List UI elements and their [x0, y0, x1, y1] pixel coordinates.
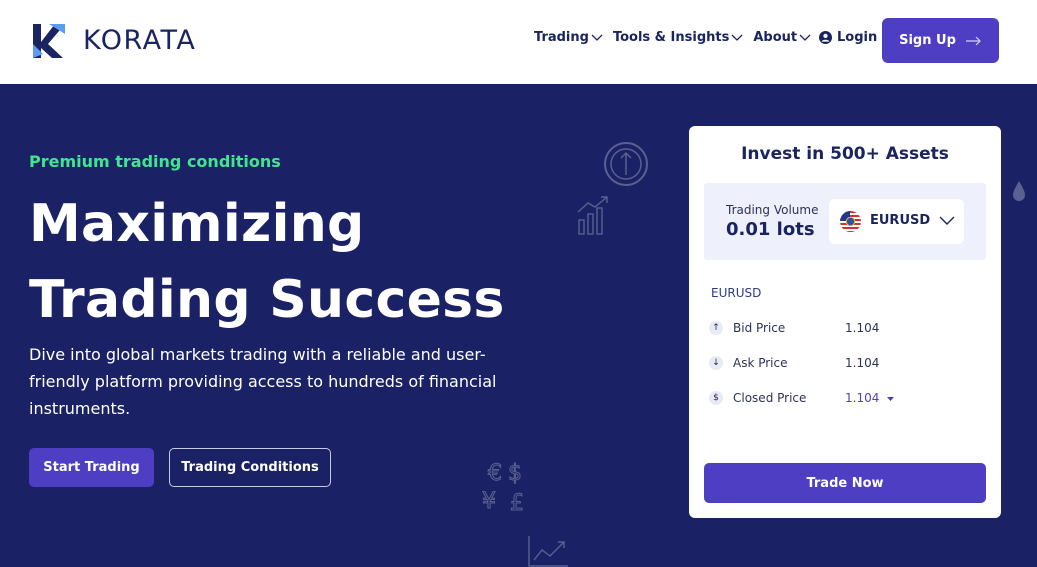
headline-line: Maximizing — [29, 194, 365, 254]
volume-label: Trading Volume — [726, 203, 819, 217]
start-trading-button[interactable]: Start Trading — [29, 448, 154, 487]
nav-item-tools-insights[interactable]: Tools & Insights — [613, 30, 743, 45]
price-row-bid: ↑ Bid Price 1.104 — [709, 319, 969, 339]
chevron-down-icon — [731, 34, 743, 41]
nav-item-about[interactable]: About — [753, 30, 811, 45]
hero-description: Dive into global markets trading with a … — [29, 345, 497, 418]
pair-heading: EURUSD — [711, 286, 762, 300]
trading-conditions-button[interactable]: Trading Conditions — [169, 448, 331, 487]
card-title: Invest in 500+ Assets — [741, 144, 949, 164]
site-header: KORATA Trading Tools & Insights About Lo… — [0, 0, 1037, 84]
chevron-down-icon — [939, 216, 955, 225]
line-chart-icon — [528, 536, 568, 567]
caret-down-icon — [887, 397, 895, 401]
chevron-down-icon — [591, 34, 603, 41]
invest-card: Invest in 500+ Assets Trading Volume 0.0… — [689, 126, 1001, 518]
growth-chart-icon — [577, 196, 608, 235]
headline-line: Trading Success — [29, 270, 505, 330]
price-label: Bid Price — [733, 321, 786, 335]
price-row-ask: ↓ Ask Price 1.104 — [709, 354, 969, 374]
svg-text:$: $ — [508, 461, 522, 486]
svg-text:¥: ¥ — [482, 489, 496, 514]
hero-headline: Maximizing Trading Success — [29, 186, 505, 338]
login-label: Login — [837, 30, 878, 45]
closed-price-value[interactable]: 1.104 — [845, 391, 895, 405]
chevron-down-icon — [799, 34, 811, 41]
hero-tagline: Premium trading conditions — [29, 152, 281, 171]
trade-now-button[interactable]: Trade Now — [704, 463, 986, 503]
currency-symbols-icon: € $ ¥ £ — [482, 461, 525, 517]
logo[interactable]: KORATA — [31, 20, 196, 60]
login-link[interactable]: Login — [819, 30, 877, 45]
us-flag-icon — [840, 211, 861, 232]
hero-section: € $ ¥ £ Premium trading conditions Maxim… — [0, 84, 1037, 567]
price-row-closed: $ Closed Price 1.104 — [709, 389, 969, 409]
arrow-up-icon: ↑ — [709, 321, 723, 335]
nav-item-trading[interactable]: Trading — [534, 30, 603, 45]
nav-item-label: Tools & Insights — [612, 30, 730, 45]
user-icon — [819, 31, 832, 44]
volume-value[interactable]: 0.01 lots — [726, 219, 815, 240]
svg-text:£: £ — [510, 491, 524, 516]
signup-label: Sign Up — [899, 33, 956, 48]
price-value: 1.104 — [845, 356, 880, 370]
selected-pair-label: EURUSD — [870, 213, 931, 228]
brand-name: KORATA — [83, 24, 197, 56]
nav-item-label: About — [753, 30, 798, 45]
korata-logo-icon — [33, 24, 65, 58]
price-value: 1.104 — [845, 321, 880, 335]
drop-icon — [1013, 181, 1025, 201]
dollar-icon: $ — [709, 391, 723, 405]
trading-volume-panel: Trading Volume 0.01 lots EURUSD — [704, 183, 986, 260]
svg-text:€: € — [488, 461, 502, 486]
price-value: 1.104 — [845, 391, 880, 405]
arrow-down-icon: ↓ — [709, 356, 723, 370]
arrow-right-icon — [965, 36, 981, 45]
nav-item-label: Trading — [534, 30, 589, 45]
coin-icon — [604, 142, 648, 186]
price-label: Closed Price — [733, 391, 807, 405]
main-nav: Trading Tools & Insights About — [534, 30, 821, 45]
currency-pair-select[interactable]: EURUSD — [829, 199, 964, 244]
signup-button[interactable]: Sign Up — [882, 18, 999, 63]
price-label: Ask Price — [733, 356, 788, 370]
